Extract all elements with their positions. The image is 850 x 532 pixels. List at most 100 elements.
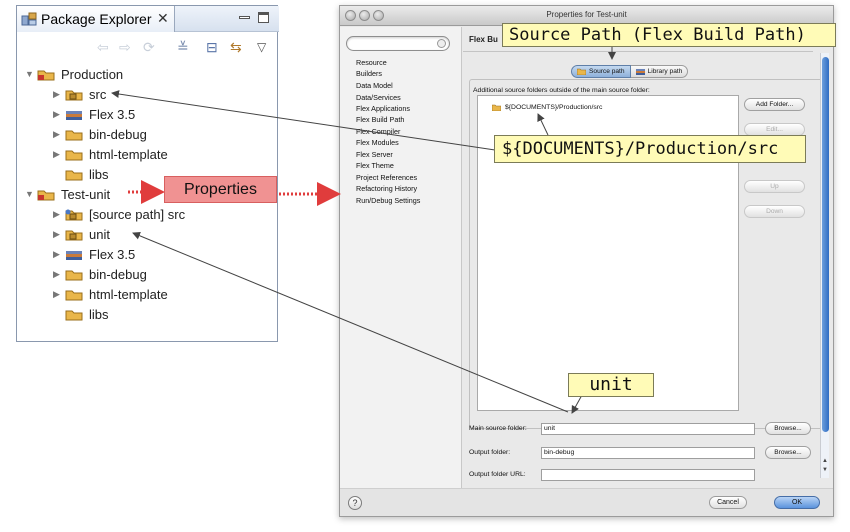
collapsed-triangle-icon[interactable]: ▶: [53, 269, 65, 280]
tree-item-bin-debug[interactable]: ▶ bin-debug: [53, 264, 147, 284]
collapsed-triangle-icon[interactable]: ▶: [53, 129, 65, 140]
library-icon: [66, 250, 82, 260]
maximize-view-icon[interactable]: [258, 12, 269, 23]
tab-label: Source path: [589, 68, 625, 75]
collapsed-triangle-icon[interactable]: ▶: [53, 89, 65, 100]
tree-item-libs[interactable]: libs: [65, 164, 109, 184]
browse-output-folder-button[interactable]: Browse...: [765, 446, 811, 459]
nav-item-flex-compiler[interactable]: Flex Compiler: [356, 127, 400, 136]
source-folders-label: Additional source folders outside of the…: [473, 87, 650, 94]
collapse-all-icon[interactable]: ≚: [177, 39, 189, 55]
back-icon[interactable]: ⇦: [97, 39, 109, 55]
collapsed-triangle-icon[interactable]: ▶: [53, 229, 65, 240]
source-path-callout: Source Path (Flex Build Path): [502, 23, 836, 47]
nav-item-data-model[interactable]: Data Model: [356, 81, 393, 90]
properties-navigation: Resource Builders Data Model Data/Servic…: [340, 27, 462, 495]
nav-item-flex-modules[interactable]: Flex Modules: [356, 138, 399, 147]
nav-item-builders[interactable]: Builders: [356, 69, 382, 78]
collapsed-triangle-icon[interactable]: ▶: [53, 209, 65, 220]
tab-label: Library path: [647, 68, 683, 75]
output-folder-label: Output folder:: [469, 449, 511, 456]
close-icon[interactable]: ✕: [157, 10, 169, 27]
page-scrollbar[interactable]: ▲ ▼: [820, 53, 829, 478]
flex-build-path-page: Flex Bu Source path Library path Additio…: [463, 27, 833, 495]
tree-item-label: Production: [61, 66, 124, 82]
collapsed-triangle-icon[interactable]: ▶: [53, 249, 65, 260]
add-folder-button[interactable]: Add Folder...: [744, 98, 805, 111]
collapsed-triangle-icon[interactable]: ▶: [53, 109, 65, 120]
nav-item-flex-server[interactable]: Flex Server: [356, 150, 393, 159]
output-folder-field[interactable]: bin-debug: [541, 447, 755, 459]
browse-main-source-button[interactable]: Browse...: [765, 422, 811, 435]
tree-item-label: unit: [89, 226, 110, 242]
nav-item-flex-build-path[interactable]: Flex Build Path: [356, 115, 404, 124]
nav-item-resource[interactable]: Resource: [356, 58, 387, 67]
tree-item-libs[interactable]: libs: [65, 304, 109, 324]
up-icon[interactable]: ⟳: [143, 39, 155, 55]
filter-input[interactable]: [346, 36, 450, 51]
tab-source-path[interactable]: Source path: [571, 65, 631, 78]
source-folder-icon: [577, 68, 586, 75]
down-button[interactable]: Down: [744, 205, 805, 218]
link-with-editor-icon[interactable]: ⇆: [230, 39, 242, 55]
properties-dialog: Properties for Test-unit Resource Builde…: [339, 5, 834, 517]
cancel-button[interactable]: Cancel: [709, 496, 747, 509]
scroll-up-icon[interactable]: ▲: [822, 458, 828, 464]
tree-item-html-template[interactable]: ▶ html-template: [53, 284, 168, 304]
tree-item-label: Test-unit: [61, 186, 111, 202]
minimize-view-icon[interactable]: [239, 16, 250, 19]
tree-item-flex-sdk[interactable]: ▶ Flex 3.5: [53, 244, 135, 264]
nav-item-refactoring-history[interactable]: Refactoring History: [356, 184, 417, 193]
scroll-down-icon[interactable]: ▼: [822, 467, 828, 473]
clear-filter-icon[interactable]: [437, 39, 446, 48]
scrollbar-thumb[interactable]: [822, 57, 829, 432]
folder-icon: [65, 170, 83, 180]
tree-item-unit[interactable]: ▶ unit: [53, 224, 110, 244]
tree-item-label: html-template: [89, 286, 168, 302]
main-source-folder-field[interactable]: unit: [541, 423, 755, 435]
forward-icon[interactable]: ⇨: [119, 39, 131, 55]
nav-item-data-services[interactable]: Data/Services: [356, 93, 401, 102]
folder-icon: [65, 310, 83, 320]
page-title: Flex Bu: [469, 35, 498, 44]
tree-item-label: [source path] src: [89, 206, 186, 222]
view-menu-icon[interactable]: ▽: [257, 39, 266, 55]
nav-item-flex-applications[interactable]: Flex Applications: [356, 104, 410, 113]
library-icon: [66, 110, 82, 120]
package-explorer-icon: [21, 12, 37, 26]
package-explorer-tab[interactable]: Package Explorer ✕: [17, 6, 175, 32]
dialog-button-bar: ? Cancel OK: [340, 488, 833, 516]
expand-triangle-icon[interactable]: ▼: [25, 69, 37, 79]
tree-item-bin-debug[interactable]: ▶ bin-debug: [53, 124, 147, 144]
nav-item-run-debug-settings[interactable]: Run/Debug Settings: [356, 196, 420, 205]
main-source-folder-label: Main source folder:: [469, 425, 527, 432]
list-item[interactable]: ${DOCUMENTS}/Production/src: [492, 104, 602, 111]
ok-button[interactable]: OK: [774, 496, 820, 509]
package-explorer-panel: Package Explorer ✕ ⇦ ⇨ ⟳ ≚ ⊟ ⇆ ▽ ▼ Produ…: [16, 5, 279, 342]
nav-item-flex-theme[interactable]: Flex Theme: [356, 161, 394, 170]
properties-callout: Properties: [164, 176, 277, 203]
tab-library-path[interactable]: Library path: [630, 65, 689, 78]
tree-item-flex-sdk[interactable]: ▶ Flex 3.5: [53, 104, 135, 124]
help-icon[interactable]: ?: [348, 496, 362, 510]
tree-item-label: libs: [89, 166, 109, 182]
up-button[interactable]: Up: [744, 180, 805, 193]
expand-triangle-icon[interactable]: ▼: [25, 189, 37, 199]
package-explorer-toolbar: ⇦ ⇨ ⟳ ≚ ⊟ ⇆ ▽: [17, 33, 279, 61]
nav-item-project-references[interactable]: Project References: [356, 173, 417, 182]
tree-item-label: Flex 3.5: [89, 106, 136, 122]
heading-divider: [463, 51, 813, 52]
library-icon: [635, 69, 645, 75]
tree-item-production[interactable]: ▼ Production: [25, 64, 123, 84]
tree-item-src[interactable]: ▶ src: [53, 84, 106, 104]
tree-item-linked-src[interactable]: ▶ [source path] src: [53, 204, 185, 224]
folder-icon: [492, 104, 501, 111]
collapsed-triangle-icon[interactable]: ▶: [53, 149, 65, 160]
filter-icon[interactable]: ⊟: [206, 39, 218, 55]
output-folder-url-field[interactable]: [541, 469, 755, 481]
tree-item-html-template[interactable]: ▶ html-template: [53, 144, 168, 164]
tree-item-test-unit[interactable]: ▼ Test-unit: [25, 184, 110, 204]
unit-callout: unit: [568, 373, 654, 397]
collapsed-triangle-icon[interactable]: ▶: [53, 289, 65, 300]
package-explorer-title: Package Explorer: [41, 11, 152, 27]
